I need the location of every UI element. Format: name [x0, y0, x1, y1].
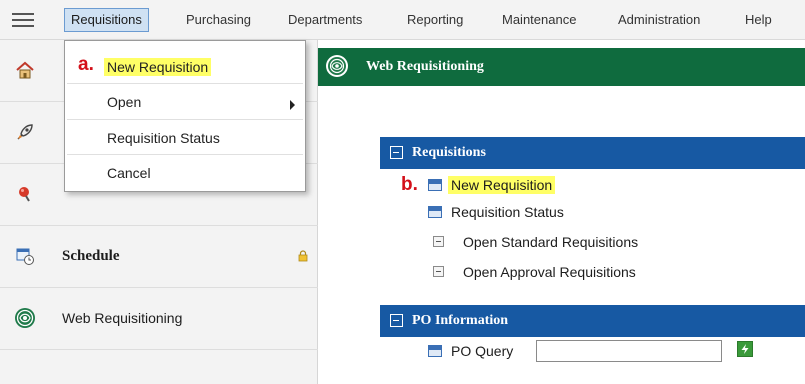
hamburger-menu-icon[interactable]	[12, 13, 34, 27]
page-title: Web Requisitioning	[366, 59, 484, 74]
step-label-b: b.	[401, 174, 418, 195]
collapse-icon[interactable]	[433, 266, 444, 277]
po-query-input[interactable]	[536, 340, 722, 362]
open-standard-requisitions-link[interactable]: Open Standard Requisitions	[463, 232, 638, 252]
go-lightning-icon[interactable]	[737, 341, 753, 357]
divider	[67, 119, 303, 120]
sidebar-item-schedule[interactable]: Schedule	[0, 226, 318, 288]
web-requisitioning-logo-icon	[325, 54, 349, 78]
document-icon	[428, 206, 442, 218]
new-requisition-link[interactable]: New Requisition	[448, 175, 556, 195]
dropdown-item-cancel[interactable]: Cancel	[107, 163, 151, 183]
sidebar-item-label: Schedule	[62, 248, 120, 264]
rocket-icon	[14, 121, 36, 143]
calendar-clock-icon	[14, 245, 36, 267]
menu-reporting[interactable]: Reporting	[401, 8, 469, 32]
po-information-section-header[interactable]: PO Information	[380, 305, 805, 337]
menu-help[interactable]: Help	[739, 8, 778, 32]
requisitions-dropdown-menu: New Requisition Open Requisition Status …	[64, 40, 306, 192]
divider	[67, 154, 303, 155]
menu-administration[interactable]: Administration	[612, 8, 706, 32]
document-icon	[428, 345, 442, 357]
requisition-status-link[interactable]: Requisition Status	[451, 202, 564, 222]
pin-icon	[14, 183, 36, 205]
dropdown-item-open[interactable]: Open	[107, 92, 141, 112]
open-approval-requisitions-link[interactable]: Open Approval Requisitions	[463, 262, 636, 282]
dropdown-item-new-requisition[interactable]: New Requisition	[104, 57, 212, 77]
submenu-arrow-icon	[290, 100, 295, 110]
web-requisitioning-logo-icon	[14, 307, 36, 329]
home-icon	[14, 59, 36, 81]
dropdown-item-requisition-status[interactable]: Requisition Status	[107, 128, 220, 148]
collapse-icon[interactable]	[433, 236, 444, 247]
menu-purchasing[interactable]: Purchasing	[180, 8, 257, 32]
document-icon	[428, 179, 442, 191]
sidebar-item-label: Web Requisitioning	[62, 310, 183, 326]
sidebar-item-web-requisitioning[interactable]: Web Requisitioning	[0, 288, 318, 350]
menu-maintenance[interactable]: Maintenance	[496, 8, 582, 32]
collapse-icon[interactable]	[390, 314, 403, 327]
po-query-label: PO Query	[451, 343, 514, 359]
collapse-icon[interactable]	[390, 146, 403, 159]
menu-departments[interactable]: Departments	[282, 8, 368, 32]
requisitions-section-header[interactable]: Requisitions	[380, 137, 805, 169]
section-title: PO Information	[412, 313, 509, 328]
lock-icon	[298, 250, 308, 262]
menu-requisitions[interactable]: Requisitions	[64, 8, 149, 32]
menubar: Requisitions Purchasing Departments Repo…	[0, 0, 805, 40]
page-header: Web Requisitioning	[318, 48, 805, 86]
divider	[67, 83, 303, 84]
step-label-a: a.	[78, 54, 94, 75]
section-title: Requisitions	[412, 145, 486, 160]
